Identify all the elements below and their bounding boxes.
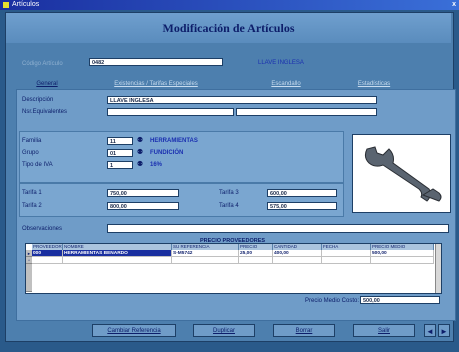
grid-cell[interactable]: 25,00 — [239, 250, 273, 257]
grid-cell[interactable] — [371, 257, 434, 264]
iva-label: Tipo de IVA — [22, 162, 53, 168]
familia-label: Familia — [22, 138, 42, 144]
familia-name: HERRAMIENTAS — [150, 138, 198, 144]
wrench-icon — [364, 146, 442, 202]
cambiar-referencia-button[interactable]: Cambiar Referencia — [92, 324, 176, 337]
grid-cell[interactable] — [273, 257, 322, 264]
descripcion-input[interactable]: LLAVE INGLESA — [107, 96, 377, 104]
tab-general[interactable]: General — [17, 79, 77, 89]
grid-cell[interactable] — [172, 257, 239, 264]
duplicar-button[interactable]: Duplicar — [193, 324, 255, 337]
tarifa2-label: Tarifa 2 — [22, 203, 42, 209]
code-label: Código Artículo — [22, 61, 63, 67]
binoculars-icon[interactable]: ⚉ — [136, 161, 144, 169]
title-bar: Artículos x — [0, 0, 459, 10]
tab-bar: General Existencias / Tarifas Especiales… — [17, 79, 439, 89]
suppliers-grid: PROVEEDOR NOMBRE SU REFERENCIA PRECIO CA… — [25, 243, 442, 294]
tarifa4-input[interactable]: 575,00 — [267, 202, 337, 210]
descripcion-label: Descripción — [22, 97, 54, 103]
grid-cell[interactable] — [322, 257, 371, 264]
tarifa4-label: Tarifa 4 — [219, 203, 239, 209]
tarifa3-label: Tarifa 3 — [219, 190, 239, 196]
code-input[interactable]: 0482 — [89, 58, 223, 66]
row-selector — [26, 264, 32, 292]
grid-cell[interactable] — [63, 257, 172, 264]
tarifa2-input[interactable]: 800,00 — [107, 202, 179, 210]
close-icon[interactable]: x — [452, 0, 456, 10]
tab-existencias[interactable]: Existencias / Tarifas Especiales — [93, 79, 219, 89]
grid-cell[interactable]: HERRAMIENTAS BENARDO — [63, 250, 172, 257]
tab-escandallo[interactable]: Escandallo — [249, 79, 323, 89]
iva-name: 16% — [150, 162, 163, 168]
tarifa3-input[interactable]: 600,00 — [267, 189, 337, 197]
form-header: Modificación de Artículos — [6, 13, 451, 43]
tarifa1-label: Tarifa 1 — [22, 190, 42, 196]
grid-cell[interactable]: 500,00 — [371, 250, 434, 257]
next-record-button[interactable]: ► — [438, 324, 450, 337]
familia-code-input[interactable]: 11 — [107, 137, 133, 145]
observaciones-label: Observaciones — [22, 226, 63, 232]
binoculars-icon[interactable]: ⚉ — [136, 137, 144, 145]
nsec-input-1[interactable] — [107, 108, 234, 116]
grid-cell[interactable]: 000 — [32, 250, 63, 257]
observaciones-input[interactable] — [107, 224, 449, 233]
salir-button[interactable]: Salir — [353, 324, 415, 337]
prev-record-button[interactable]: ◄ — [424, 324, 436, 337]
precio-medio-label: Precio Medio Costo: — [305, 298, 360, 304]
borrar-button[interactable]: Borrar — [273, 324, 335, 337]
app-window: Artículos x Modificación de Artículos Có… — [0, 0, 459, 352]
grupo-name: FUNDICIÓN — [150, 150, 184, 156]
grid-cell[interactable] — [32, 257, 63, 264]
tab-estadisticas[interactable]: Estadísticas — [337, 79, 411, 89]
tarifa1-input[interactable]: 750,00 — [107, 189, 179, 197]
article-image — [352, 134, 451, 213]
nsec-label: Nsr.Equivalentes — [22, 109, 68, 115]
grupo-label: Grupo — [22, 150, 39, 156]
grid-cell[interactable] — [322, 250, 371, 257]
grid-cell[interactable] — [239, 257, 273, 264]
nsec-input-2[interactable] — [236, 108, 377, 116]
grid-cell[interactable]: S-M5742 — [172, 250, 239, 257]
grupo-code-input[interactable]: 01 — [107, 149, 133, 157]
binoculars-icon[interactable]: ⚉ — [136, 149, 144, 157]
precio-medio-input: 500,00 — [360, 296, 440, 304]
iva-code-input[interactable]: 1 — [107, 161, 133, 169]
code-description: LLAVE INGLESA — [258, 60, 304, 66]
app-icon — [3, 2, 9, 8]
page-title: Modificación de Artículos — [162, 21, 295, 35]
grid-cell[interactable]: 400,00 — [273, 250, 322, 257]
window-title: Artículos — [12, 1, 40, 8]
grid-scrollbar[interactable] — [435, 244, 441, 293]
